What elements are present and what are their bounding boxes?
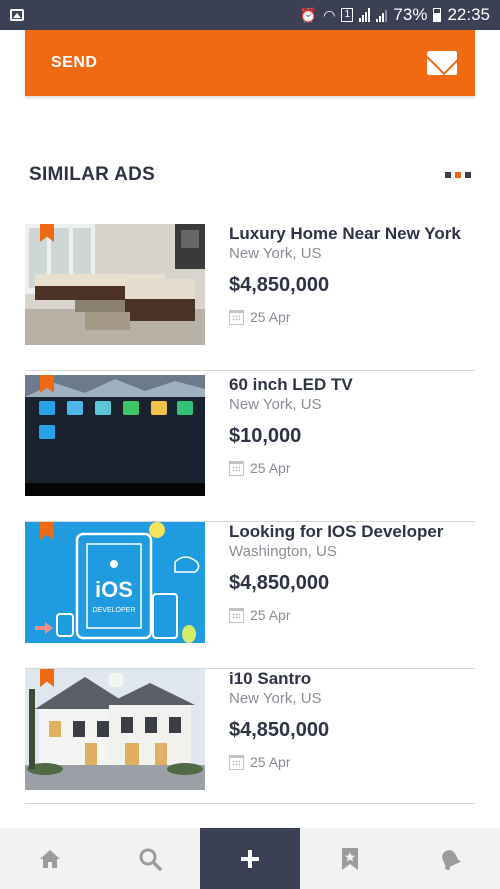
nav-search[interactable]	[100, 828, 200, 889]
send-button-label: SEND	[51, 54, 98, 71]
ad-price: $4,850,000	[229, 572, 330, 594]
bookmark-star-icon	[342, 847, 358, 870]
ad-price: $10,000	[229, 425, 302, 447]
ad-location: Washington, US	[229, 543, 337, 560]
signal-strength-icon	[359, 8, 371, 22]
ad-price: $4,850,000	[229, 719, 330, 741]
alarm-icon: ⏰	[299, 6, 318, 23]
ad-date-text: 25 Apr	[250, 460, 291, 476]
ios-developer-image: iOS DEVELOPER	[25, 522, 205, 643]
developer-text: DEVELOPER	[93, 607, 136, 614]
calendar-icon	[229, 309, 244, 325]
ad-title[interactable]: Luxury Home Near New York	[229, 224, 475, 244]
nav-home[interactable]	[0, 828, 100, 889]
carousel-dot[interactable]	[445, 172, 451, 178]
carousel-dot[interactable]	[465, 172, 471, 178]
status-icons: ⏰ ◠ 1 73% 22:35	[300, 5, 490, 25]
ad-price: $4,850,000	[229, 274, 330, 296]
status-bar: ⏰ ◠ 1 73% 22:35	[0, 0, 500, 30]
ad-info: Luxury Home Near New York New York, US $…	[229, 224, 475, 325]
ad-info: Looking for IOS Developer Washington, US…	[229, 522, 475, 623]
ad-list-item[interactable]: 60 inch LED TV New York, US $10,000 25 A…	[25, 375, 475, 522]
nav-saved[interactable]	[300, 828, 400, 889]
ad-info: 60 inch LED TV New York, US $10,000 25 A…	[229, 375, 475, 476]
ad-location: New York, US	[229, 690, 322, 707]
calendar-icon	[229, 460, 244, 476]
bottom-navigation	[0, 828, 500, 889]
ad-date-text: 25 Apr	[250, 754, 291, 770]
ad-thumbnail[interactable]	[25, 224, 205, 345]
envelope-icon	[427, 51, 457, 75]
carousel-dot-active[interactable]	[455, 172, 461, 178]
nav-post-ad[interactable]	[200, 828, 300, 889]
ad-date-text: 25 Apr	[250, 607, 291, 623]
ad-list-item[interactable]: i10 Santro New York, US $4,850,000 25 Ap…	[25, 669, 475, 804]
bell-icon	[442, 849, 462, 870]
ad-thumbnail[interactable]: iOS DEVELOPER	[25, 522, 205, 643]
nav-notifications[interactable]	[400, 828, 500, 889]
battery-icon	[433, 8, 442, 22]
wifi-icon: ◠	[323, 6, 336, 23]
carousel-dots[interactable]	[445, 172, 471, 178]
ad-thumbnail[interactable]	[25, 375, 205, 496]
ad-date: 25 Apr	[229, 309, 475, 325]
ad-list-item[interactable]: Luxury Home Near New York New York, US $…	[25, 224, 475, 371]
clock: 22:35	[447, 5, 490, 24]
ios-text: iOS	[95, 577, 133, 602]
ad-location: New York, US	[229, 396, 322, 413]
ad-title[interactable]: i10 Santro	[229, 669, 475, 689]
ad-date-text: 25 Apr	[250, 309, 291, 325]
signal-strength-icon-2	[376, 8, 388, 22]
calendar-icon	[229, 607, 244, 623]
plus-icon	[241, 849, 259, 868]
search-icon	[139, 848, 162, 871]
ad-title[interactable]: 60 inch LED TV	[229, 375, 475, 395]
section-title: SIMILAR ADS	[29, 164, 156, 185]
sim-badge: 1	[341, 8, 354, 22]
ad-info: i10 Santro New York, US $4,850,000 25 Ap…	[229, 669, 475, 770]
white-house-image	[25, 669, 205, 790]
home-icon	[40, 849, 60, 868]
ad-thumbnail[interactable]	[25, 669, 205, 790]
ad-date: 25 Apr	[229, 754, 475, 770]
ad-date: 25 Apr	[229, 607, 475, 623]
ad-list-item[interactable]: iOS DEVELOPER Looking for IOS Developer …	[25, 522, 475, 669]
battery-percent: 73%	[393, 5, 428, 24]
gallery-notification-icon	[10, 9, 24, 21]
ad-location: New York, US	[229, 245, 322, 262]
ad-title[interactable]: Looking for IOS Developer	[229, 522, 475, 542]
ad-date: 25 Apr	[229, 460, 475, 476]
send-button[interactable]: SEND	[25, 30, 475, 96]
led-tv-image	[25, 375, 205, 496]
sofa-living-room-image	[25, 224, 205, 345]
calendar-icon	[229, 754, 244, 770]
